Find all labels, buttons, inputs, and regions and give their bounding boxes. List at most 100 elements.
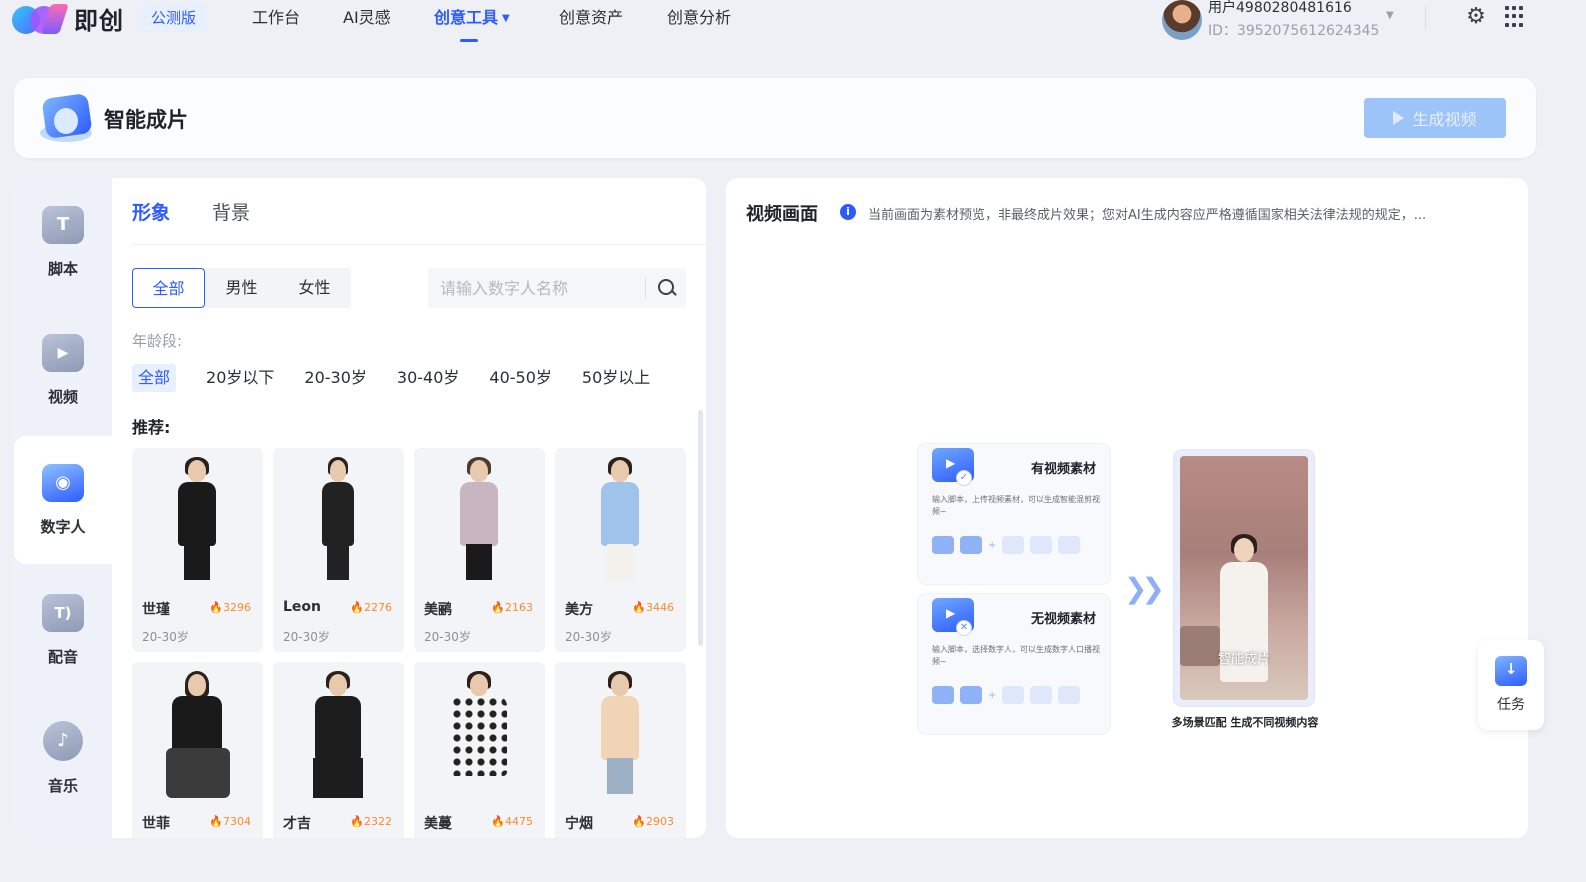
nav-workbench[interactable]: 工作台 xyxy=(252,6,300,30)
avatar-name: 美方 xyxy=(565,602,593,618)
age-filter-40-50[interactable]: 40-50岁 xyxy=(489,364,552,392)
age-filter-20-30[interactable]: 20-30岁 xyxy=(304,364,367,392)
task-download-icon xyxy=(1495,656,1527,686)
avatar-heat-value: 2163 xyxy=(505,601,533,614)
age-filter-30-40[interactable]: 30-40岁 xyxy=(397,364,460,392)
task-label: 任务 xyxy=(1497,697,1525,713)
avatar-grid: 世瑾 🔥3296 20-30岁 Leon 🔥2276 20-30岁 美鹂 🔥21… xyxy=(132,448,692,838)
gender-filter-female[interactable]: 女性 xyxy=(278,268,351,308)
flow-steps: + xyxy=(932,686,1081,704)
tool-sidebar: 脚本 视频 数字人 配音 音乐 xyxy=(14,178,112,838)
sidebar-item-label: 音乐 xyxy=(47,776,78,795)
gender-filter-all[interactable]: 全部 xyxy=(132,268,205,308)
nav-creative-assets[interactable]: 创意资产 xyxy=(559,6,623,30)
app-logo[interactable]: 即创 xyxy=(12,0,124,36)
avatar-image xyxy=(555,448,686,594)
avatar-image xyxy=(132,448,263,594)
avatar-heat-value: 7304 xyxy=(223,815,251,828)
top-nav: 即创 公测版 工作台 AI灵感 创意工具 ▼ 创意资产 创意分析 用户498028… xyxy=(0,0,1586,42)
scrollbar[interactable] xyxy=(698,410,703,646)
avatar-heat-value: 4475 xyxy=(505,815,533,828)
avatar-heat: 🔥2903 xyxy=(632,815,674,828)
divider xyxy=(132,244,706,245)
search-input[interactable] xyxy=(428,268,645,308)
with-video-card: ✓ 有视频素材 输入脚本，上传视频素材，可以生成智能混剪视频~ + xyxy=(918,444,1110,584)
avatar-card[interactable]: 世菲 🔥7304 xyxy=(132,662,263,838)
avatar-age: 20-30岁 xyxy=(424,630,471,644)
avatar-name: 美蔓 xyxy=(424,816,452,832)
age-filter-over-50[interactable]: 50岁以上 xyxy=(582,364,650,392)
apps-grid-icon[interactable] xyxy=(1505,6,1527,28)
generate-video-label: 生成视频 xyxy=(1412,110,1477,129)
check-icon: ✓ xyxy=(956,470,972,486)
gear-icon[interactable]: ⚙ xyxy=(1463,4,1489,30)
sidebar-item-label: 数字人 xyxy=(40,517,86,536)
avatar-heat-value: 2276 xyxy=(364,601,392,614)
user-id: ID：3952075612624345 xyxy=(1208,23,1380,39)
script-icon xyxy=(42,205,84,244)
nav-creative-tools-label: 创意工具 xyxy=(434,8,499,27)
avatar-card[interactable]: 宁烟 🔥2903 xyxy=(555,662,686,838)
double-chevron-right-icon: ❯❯ xyxy=(1124,572,1165,605)
panel-tabs: 形象 背景 xyxy=(132,198,250,228)
user-name: 用户4980280481616 xyxy=(1208,0,1352,16)
smart-video-icon xyxy=(40,90,94,146)
avatar-card[interactable]: 才吉 🔥2322 xyxy=(273,662,404,838)
nav-creative-tools[interactable]: 创意工具 ▼ xyxy=(434,6,510,42)
avatar-card[interactable]: 美方 🔥3446 20-30岁 xyxy=(555,448,686,652)
without-video-card: ✕ 无视频素材 输入脚本，选择数字人，可以生成数字人口播视频~ + xyxy=(918,594,1110,734)
avatar-image xyxy=(414,448,545,594)
avatar-heat: 🔥3296 xyxy=(209,601,251,614)
task-button[interactable]: 任务 xyxy=(1478,640,1544,730)
age-filter: 全部 20岁以下 20-30岁 30-40岁 40-50岁 50岁以上 xyxy=(132,364,680,392)
nav-creative-analysis[interactable]: 创意分析 xyxy=(667,6,731,30)
close-icon: ✕ xyxy=(956,620,972,636)
avatar-image xyxy=(132,662,263,808)
sidebar-item-label: 脚本 xyxy=(47,259,78,278)
with-video-desc: 输入脚本，上传视频素材，可以生成智能混剪视频~ xyxy=(932,495,1100,516)
sidebar-item-script[interactable]: 脚本 xyxy=(14,178,112,306)
avatar-name: 宁烟 xyxy=(565,816,593,832)
avatar-heat: 🔥2163 xyxy=(491,601,533,614)
with-video-title: 有视频素材 xyxy=(1030,462,1096,477)
avatar-card[interactable]: 美蔓 🔥4475 xyxy=(414,662,545,838)
nav-ai-inspiration[interactable]: AI灵感 xyxy=(343,6,391,30)
avatar-heat: 🔥3446 xyxy=(632,601,674,614)
avatar-card[interactable]: Leon 🔥2276 20-30岁 xyxy=(273,448,404,652)
gender-filter-male[interactable]: 男性 xyxy=(205,268,278,308)
chevron-down-icon: ▼ xyxy=(1386,10,1394,21)
avatar-heat-value: 3296 xyxy=(223,601,251,614)
age-filter-all[interactable]: 全部 xyxy=(132,364,177,392)
avatar xyxy=(1162,0,1202,40)
generate-video-button[interactable]: 生成视频 xyxy=(1364,98,1506,138)
avatar-name: 世菲 xyxy=(142,816,170,832)
avatar-heat: 🔥2322 xyxy=(350,815,392,828)
avatar-age: 20-30岁 xyxy=(142,630,189,644)
sidebar-item-music[interactable]: 音乐 xyxy=(14,694,112,822)
avatar-card[interactable]: 世瑾 🔥3296 20-30岁 xyxy=(132,448,263,652)
avatar-image xyxy=(273,662,404,808)
preview-title: 视频画面 xyxy=(746,204,818,225)
preview-caption: 智能成片 xyxy=(1217,652,1270,667)
beta-badge: 公测版 xyxy=(140,4,208,32)
voiceover-icon xyxy=(42,593,84,632)
chevron-down-icon: ▼ xyxy=(502,12,510,24)
flow-steps: + xyxy=(932,536,1081,554)
preview-frame: 智能成片 xyxy=(1174,450,1314,706)
avatar-heat: 🔥2276 xyxy=(350,601,392,614)
avatar-name: Leon xyxy=(283,599,322,615)
avatar-card[interactable]: 美鹂 🔥2163 20-30岁 xyxy=(414,448,545,652)
sidebar-item-label: 配音 xyxy=(47,647,78,666)
avatar-heat: 🔥7304 xyxy=(209,815,251,828)
tab-appearance[interactable]: 形象 xyxy=(132,198,170,228)
avatar-name: 才吉 xyxy=(283,816,311,832)
age-filter-label: 年龄段: xyxy=(132,332,183,350)
tab-background[interactable]: 背景 xyxy=(212,198,250,228)
sidebar-item-video[interactable]: 视频 xyxy=(14,306,112,434)
search-icon[interactable] xyxy=(646,268,686,308)
sidebar-item-digital-human[interactable]: 数字人 xyxy=(14,436,112,564)
sidebar-item-voiceover[interactable]: 配音 xyxy=(14,566,112,694)
search-box xyxy=(428,268,686,308)
age-filter-under-20[interactable]: 20岁以下 xyxy=(206,364,274,392)
avatar-heat: 🔥4475 xyxy=(491,815,533,828)
